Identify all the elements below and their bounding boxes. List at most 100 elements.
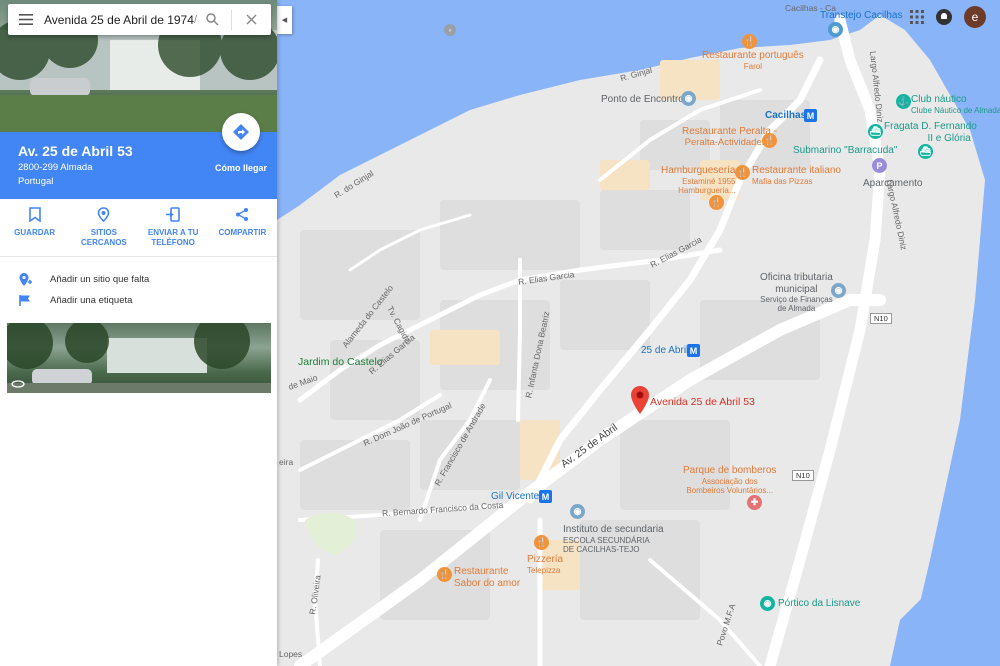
- government-icon[interactable]: ◉: [831, 283, 846, 298]
- avatar[interactable]: e: [964, 6, 986, 28]
- poi-restaurante-italiano[interactable]: Restaurante italiano Mafia das Pizzas: [752, 165, 841, 186]
- nearby-button[interactable]: SITIOS CERCANOS: [73, 207, 135, 256]
- metro-icon[interactable]: M: [804, 109, 817, 122]
- metro-icon[interactable]: M: [687, 344, 700, 357]
- apps-grid-icon[interactable]: [910, 10, 924, 24]
- restaurant-icon[interactable]: 🍴: [709, 195, 724, 210]
- street-view-photo: [7, 323, 271, 393]
- selected-location-label[interactable]: Avenida 25 de Abril 53: [650, 396, 755, 408]
- poi-parque-bomberos[interactable]: Parque de bomberos Associação dos Bombei…: [683, 465, 776, 495]
- search-input[interactable]: [44, 12, 194, 27]
- flag-icon: [16, 294, 34, 307]
- poi-label: Hamburguesería: [661, 165, 736, 176]
- poi-fragata[interactable]: Fragata D. Fernando II e Glória: [884, 121, 977, 144]
- poi-label: Club náutico: [911, 94, 967, 105]
- restaurant-icon[interactable]: 🍴: [534, 535, 549, 550]
- close-icon: [246, 14, 257, 25]
- 360-view-icon: [11, 380, 25, 388]
- poi-sabor-amor[interactable]: Restaurante Sabor do amor: [454, 566, 520, 589]
- metro-icon[interactable]: M: [539, 490, 552, 503]
- poi-sublabel: ESCOLA SECUNDÁRIA: [563, 535, 650, 545]
- add-missing-place-label: Añadir un sitio que falta: [50, 274, 150, 285]
- poi-hamburgueseria[interactable]: Hamburguesería Estaminé 1955 Hamburgueri…: [661, 165, 735, 195]
- add-label-link[interactable]: Añadir una etiqueta: [16, 294, 132, 307]
- poi-sublabel: Associação dos: [701, 476, 758, 486]
- street-label: Lopes: [279, 649, 303, 659]
- poi-club-nautico[interactable]: Club náutico Clube Náutico de Almada: [911, 94, 1000, 115]
- poi-sublabel: municipal: [775, 283, 818, 295]
- poi-sublabel: de Almada: [777, 304, 816, 314]
- place-country: Portugal: [18, 176, 54, 187]
- poi-label: Pizzería: [527, 554, 564, 565]
- restaurant-icon[interactable]: 🍴: [742, 34, 757, 49]
- poi-portico-lisnave[interactable]: Pórtico da Lisnave: [778, 598, 860, 610]
- clear-search-button[interactable]: [236, 14, 266, 25]
- poi-label: Parque de bomberos: [683, 465, 777, 476]
- restaurant-icon[interactable]: 🍴: [437, 567, 452, 582]
- nearby-icon: [98, 207, 110, 222]
- museum-icon[interactable]: ⛴: [918, 144, 933, 159]
- notifications-icon[interactable]: [936, 9, 952, 25]
- boat-club-icon[interactable]: ⚓: [896, 94, 911, 109]
- save-button[interactable]: GUARDAR: [4, 207, 66, 256]
- poi-sublabel: Farol: [743, 61, 762, 71]
- search-button[interactable]: [197, 13, 227, 26]
- poi-sublabel: Serviço de Finanças: [760, 295, 833, 304]
- directions-icon: [233, 124, 249, 140]
- museum-icon[interactable]: ⛴: [868, 124, 883, 139]
- collapse-panel-button[interactable]: ◀: [277, 6, 292, 34]
- hamburger-menu-icon: [19, 14, 33, 25]
- add-label-text: Añadir una etiqueta: [50, 295, 133, 306]
- send-to-phone-button[interactable]: ENVIAR A TU TELÉFONO: [142, 207, 204, 256]
- poi-sublabel: Bombeiros Voluntários...: [686, 485, 774, 495]
- poi-label: Restaurante: [454, 566, 509, 577]
- directions-label[interactable]: Cómo llegar: [210, 163, 272, 173]
- place-hero-photo[interactable]: /: [0, 0, 277, 132]
- poi-restaurante-portugues[interactable]: Restaurante português Farol: [702, 50, 804, 71]
- bookmark-icon: [28, 207, 41, 222]
- poi-sublabel: Clube Náutico de Almada: [911, 105, 1000, 115]
- poi-sublabel: DE CACILHAS-TEJO: [563, 544, 640, 554]
- action-label: COMPARTIR: [218, 228, 267, 237]
- divider: [231, 9, 233, 30]
- restaurant-icon[interactable]: 🍴: [762, 133, 777, 148]
- poi-sublabel: Sabor do amor: [454, 577, 521, 589]
- poi-cacilhas-metro[interactable]: Cacilhas: [765, 110, 806, 122]
- place-panel: / Av. 25 de Abril 53 2800-299: [0, 0, 277, 666]
- place-actions: GUARDAR SITIOS CERCANOS ENVIAR A TU TELÉ…: [0, 199, 277, 257]
- place-title: Av. 25 de Abril 53: [18, 143, 133, 159]
- selected-location-pin-icon[interactable]: [631, 386, 649, 414]
- school-icon[interactable]: ◉: [570, 504, 585, 519]
- transit-icon[interactable]: ◉: [828, 22, 843, 37]
- poi-label: Restaurante português: [702, 50, 804, 61]
- poi-pizzeria[interactable]: Pizzería Telepizza: [527, 554, 563, 575]
- street-label: eira: [279, 457, 294, 467]
- add-place-icon: [16, 272, 34, 287]
- road-number-badge: N10: [870, 313, 892, 324]
- poi-instituto[interactable]: Instituto de secundaria ESCOLA SECUNDÁRI…: [563, 524, 664, 554]
- action-label: GUARDAR: [14, 228, 56, 237]
- menu-button[interactable]: [8, 14, 44, 25]
- add-missing-place-link[interactable]: Añadir un sitio que falta: [16, 272, 149, 287]
- action-label: SITIOS CERCANOS: [80, 228, 127, 247]
- landmark-icon[interactable]: ◉: [681, 91, 696, 106]
- poi-submarino[interactable]: Submarino "Barracuda": [793, 145, 897, 157]
- share-icon: [236, 208, 249, 221]
- poi-25-abril-metro[interactable]: 25 de Abril: [641, 345, 688, 357]
- poi-sublabel: Telepizza: [527, 565, 561, 575]
- restaurant-icon[interactable]: 🍴: [735, 165, 750, 180]
- monument-icon[interactable]: ◉: [760, 596, 775, 611]
- poi-label: Instituto de secundaria: [563, 524, 664, 535]
- street-view-thumbnail[interactable]: [7, 323, 271, 393]
- search-box: /: [8, 4, 271, 35]
- fire-station-icon[interactable]: ✚: [747, 495, 762, 510]
- poi-sublabel: Estaminé 1955: [682, 176, 736, 186]
- poi-ponto-encontro[interactable]: Ponto de Encontro: [601, 94, 684, 106]
- account-controls: e: [910, 6, 986, 28]
- directions-button[interactable]: [222, 113, 260, 151]
- info-icon[interactable]: ◦: [444, 24, 456, 36]
- share-button[interactable]: COMPARTIR: [211, 207, 273, 256]
- parking-icon[interactable]: P: [872, 158, 887, 173]
- chevron-left-icon: ◀: [281, 17, 288, 24]
- poi-oficina-tributaria[interactable]: Oficina tributaria municipal Serviço de …: [760, 272, 833, 313]
